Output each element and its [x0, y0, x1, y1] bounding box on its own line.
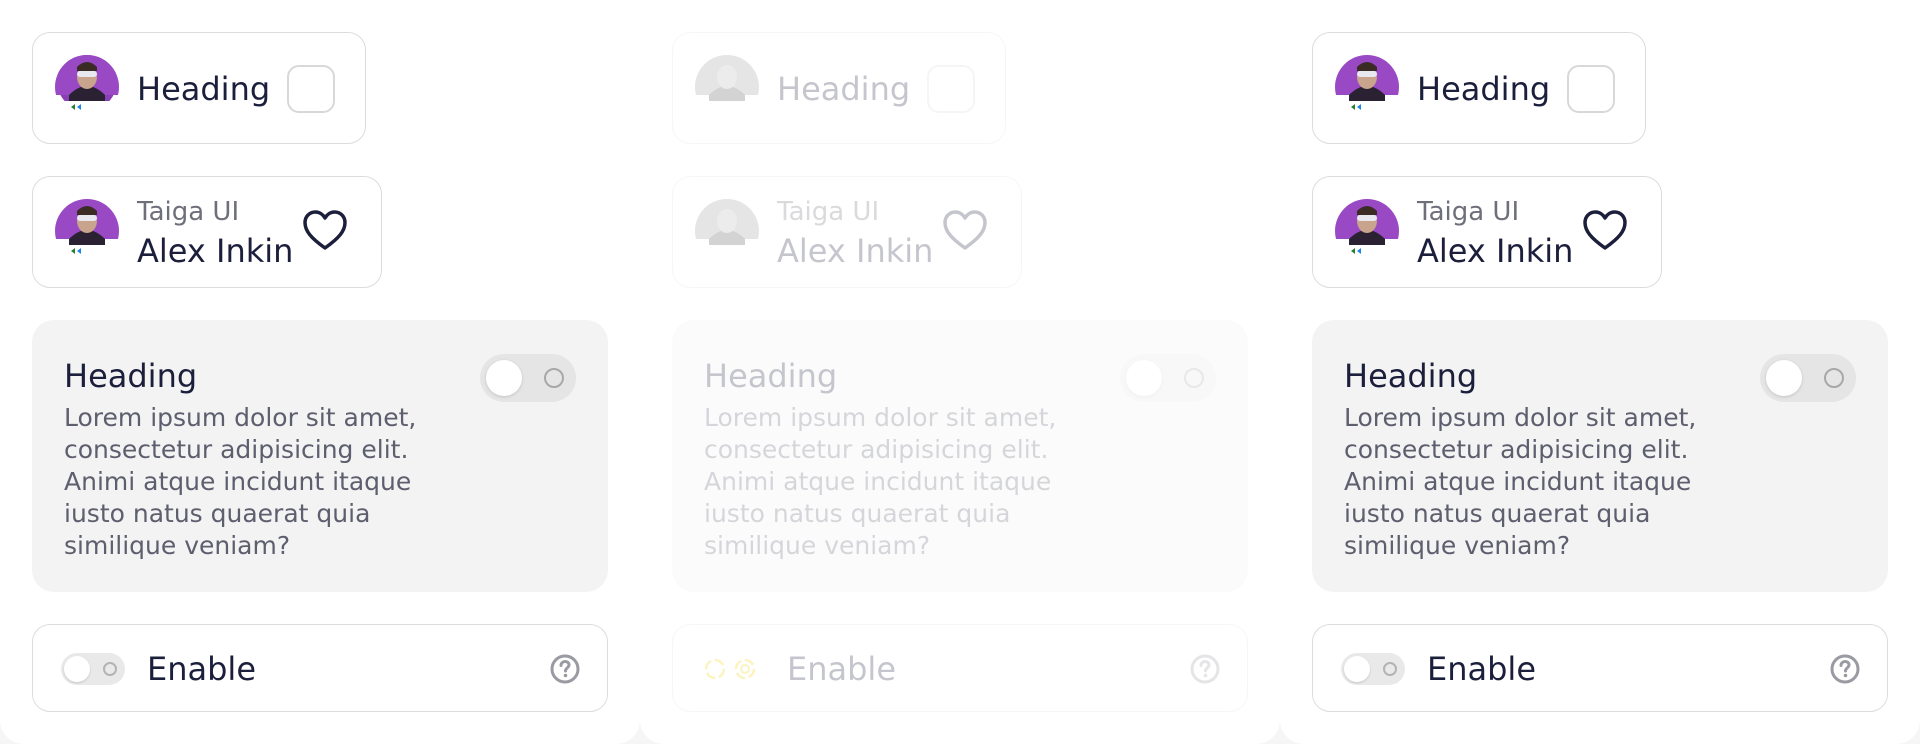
user-subtitle: Taiga UI: [1417, 197, 1520, 227]
toggle-off-indicator-icon: [1383, 662, 1397, 676]
checkbox-icon: [927, 65, 975, 113]
toggle-switch[interactable]: [1760, 354, 1856, 402]
user-card[interactable]: Taiga UI Alex Inkin: [1312, 176, 1662, 288]
user-card: Taiga UI Alex Inkin: [672, 176, 1022, 288]
user-subtitle: Taiga UI: [137, 197, 240, 227]
card-heading: Heading: [704, 357, 838, 395]
toggle-knob: [64, 656, 90, 682]
toggle-off-indicator-icon: [544, 368, 564, 388]
toggle-knob: [486, 360, 522, 396]
avatar: [695, 199, 759, 263]
loader-icon: [704, 658, 756, 680]
card-heading: Heading: [64, 357, 198, 395]
toggle-off-indicator-icon: [1824, 368, 1844, 388]
panel-normal-2: Heading Taiga UI Alex Inkin Heading Lore…: [1280, 0, 1920, 744]
user-name: Alex Inkin: [777, 232, 934, 270]
enable-label: Enable: [787, 650, 896, 688]
toggle-switch: [1120, 354, 1216, 402]
question-circle-icon: [1190, 654, 1220, 684]
question-circle-icon[interactable]: [1829, 653, 1861, 685]
enable-card[interactable]: Enable: [1312, 624, 1888, 712]
card-description: Lorem ipsum dolor sit amet, consectetur …: [704, 403, 1057, 560]
enable-toggle[interactable]: [61, 653, 125, 685]
enable-toggle[interactable]: [1341, 653, 1405, 685]
panel-disabled: Heading Taiga UI Alex Inkin Heading Lore…: [640, 0, 1280, 744]
heart-icon[interactable]: [301, 207, 349, 255]
toggle-off-indicator-icon: [1184, 368, 1204, 388]
card-description: Lorem ipsum dolor sit amet, consectetur …: [64, 403, 417, 560]
checkbox-icon[interactable]: [287, 65, 335, 113]
avatar: [1335, 199, 1399, 263]
toggle-description-card[interactable]: Heading Lorem ipsum dolor sit amet, cons…: [1312, 320, 1888, 592]
card-description: Lorem ipsum dolor sit amet, consectetur …: [1344, 403, 1697, 560]
avatar: [1335, 55, 1399, 119]
toggle-description-card: Heading Lorem ipsum dolor sit amet, cons…: [672, 320, 1248, 592]
card-heading: Heading: [1344, 357, 1478, 395]
avatar: [695, 55, 759, 119]
panel-normal-1: Heading Taiga UI Alex Inkin Heading Lore…: [0, 0, 640, 744]
toggle-switch[interactable]: [480, 354, 576, 402]
question-circle-icon[interactable]: [549, 653, 581, 685]
card-heading: Heading: [1417, 70, 1551, 108]
checkbox-icon[interactable]: [1567, 65, 1615, 113]
toggle-off-indicator-icon: [103, 662, 117, 676]
toggle-knob: [1344, 656, 1370, 682]
user-card[interactable]: Taiga UI Alex Inkin: [32, 176, 382, 288]
enable-card[interactable]: Enable: [32, 624, 608, 712]
enable-label: Enable: [147, 650, 256, 688]
user-subtitle: Taiga UI: [777, 197, 880, 227]
heading-checkbox-card: Heading: [672, 32, 1006, 144]
card-heading: Heading: [137, 70, 271, 108]
toggle-knob: [1126, 360, 1162, 396]
heading-checkbox-card[interactable]: Heading: [32, 32, 366, 144]
enable-card: Enable: [672, 624, 1248, 712]
user-name: Alex Inkin: [137, 232, 294, 270]
heading-checkbox-card[interactable]: Heading: [1312, 32, 1646, 144]
toggle-knob: [1766, 360, 1802, 396]
avatar: [55, 199, 119, 263]
avatar: [55, 55, 119, 119]
heart-icon[interactable]: [1581, 207, 1629, 255]
enable-label: Enable: [1427, 650, 1536, 688]
user-name: Alex Inkin: [1417, 232, 1574, 270]
toggle-description-card[interactable]: Heading Lorem ipsum dolor sit amet, cons…: [32, 320, 608, 592]
heart-icon: [943, 210, 987, 250]
card-heading: Heading: [777, 70, 911, 108]
